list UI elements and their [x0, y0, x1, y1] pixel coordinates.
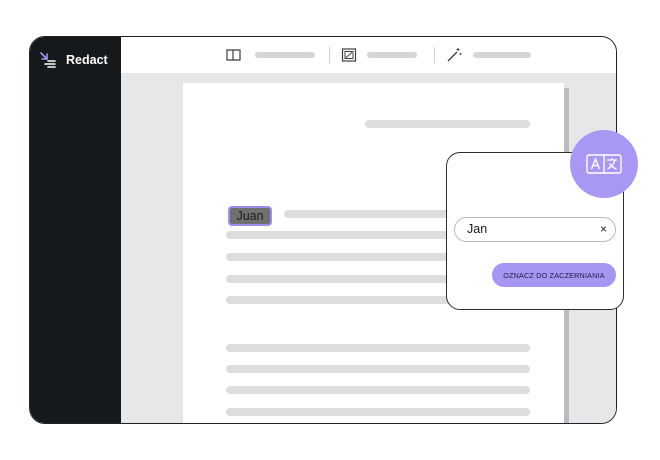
- replacement-input[interactable]: Jan ×: [454, 217, 616, 242]
- app-name: Redact: [66, 53, 108, 67]
- mark-for-redaction-button[interactable]: OZNACZ DO ZACZERNIANIA: [492, 263, 616, 287]
- translate-icon: [586, 154, 622, 174]
- text-line-placeholder: [226, 275, 454, 283]
- toolbar: [121, 37, 616, 73]
- text-line-placeholder: [226, 408, 530, 416]
- book-icon[interactable]: [225, 46, 243, 64]
- replacement-input-value: Jan: [467, 222, 488, 236]
- toolbar-label-placeholder: [473, 52, 531, 58]
- redact-logo-icon: [40, 52, 56, 68]
- sidebar: Redact: [30, 37, 121, 423]
- text-line-placeholder: [226, 344, 530, 352]
- toolbar-separator: [329, 47, 330, 63]
- magic-wand-icon[interactable]: [445, 46, 463, 64]
- text-line-placeholder: [226, 365, 530, 373]
- text-line-placeholder: [226, 386, 530, 394]
- clear-icon[interactable]: ×: [600, 222, 607, 236]
- text-line-placeholder: [226, 253, 454, 261]
- text-line-placeholder: [365, 120, 530, 128]
- translate-badge[interactable]: [570, 130, 638, 198]
- image-redact-icon[interactable]: [340, 46, 358, 64]
- app-logo: Redact: [39, 50, 108, 70]
- highlighted-entity[interactable]: Juan: [228, 206, 272, 226]
- toolbar-label-placeholder: [255, 52, 315, 58]
- text-line-placeholder: [226, 296, 454, 304]
- toolbar-separator: [434, 47, 435, 63]
- text-line-placeholder: [226, 231, 454, 239]
- text-line-placeholder: [284, 210, 454, 218]
- toolbar-label-placeholder: [367, 52, 417, 58]
